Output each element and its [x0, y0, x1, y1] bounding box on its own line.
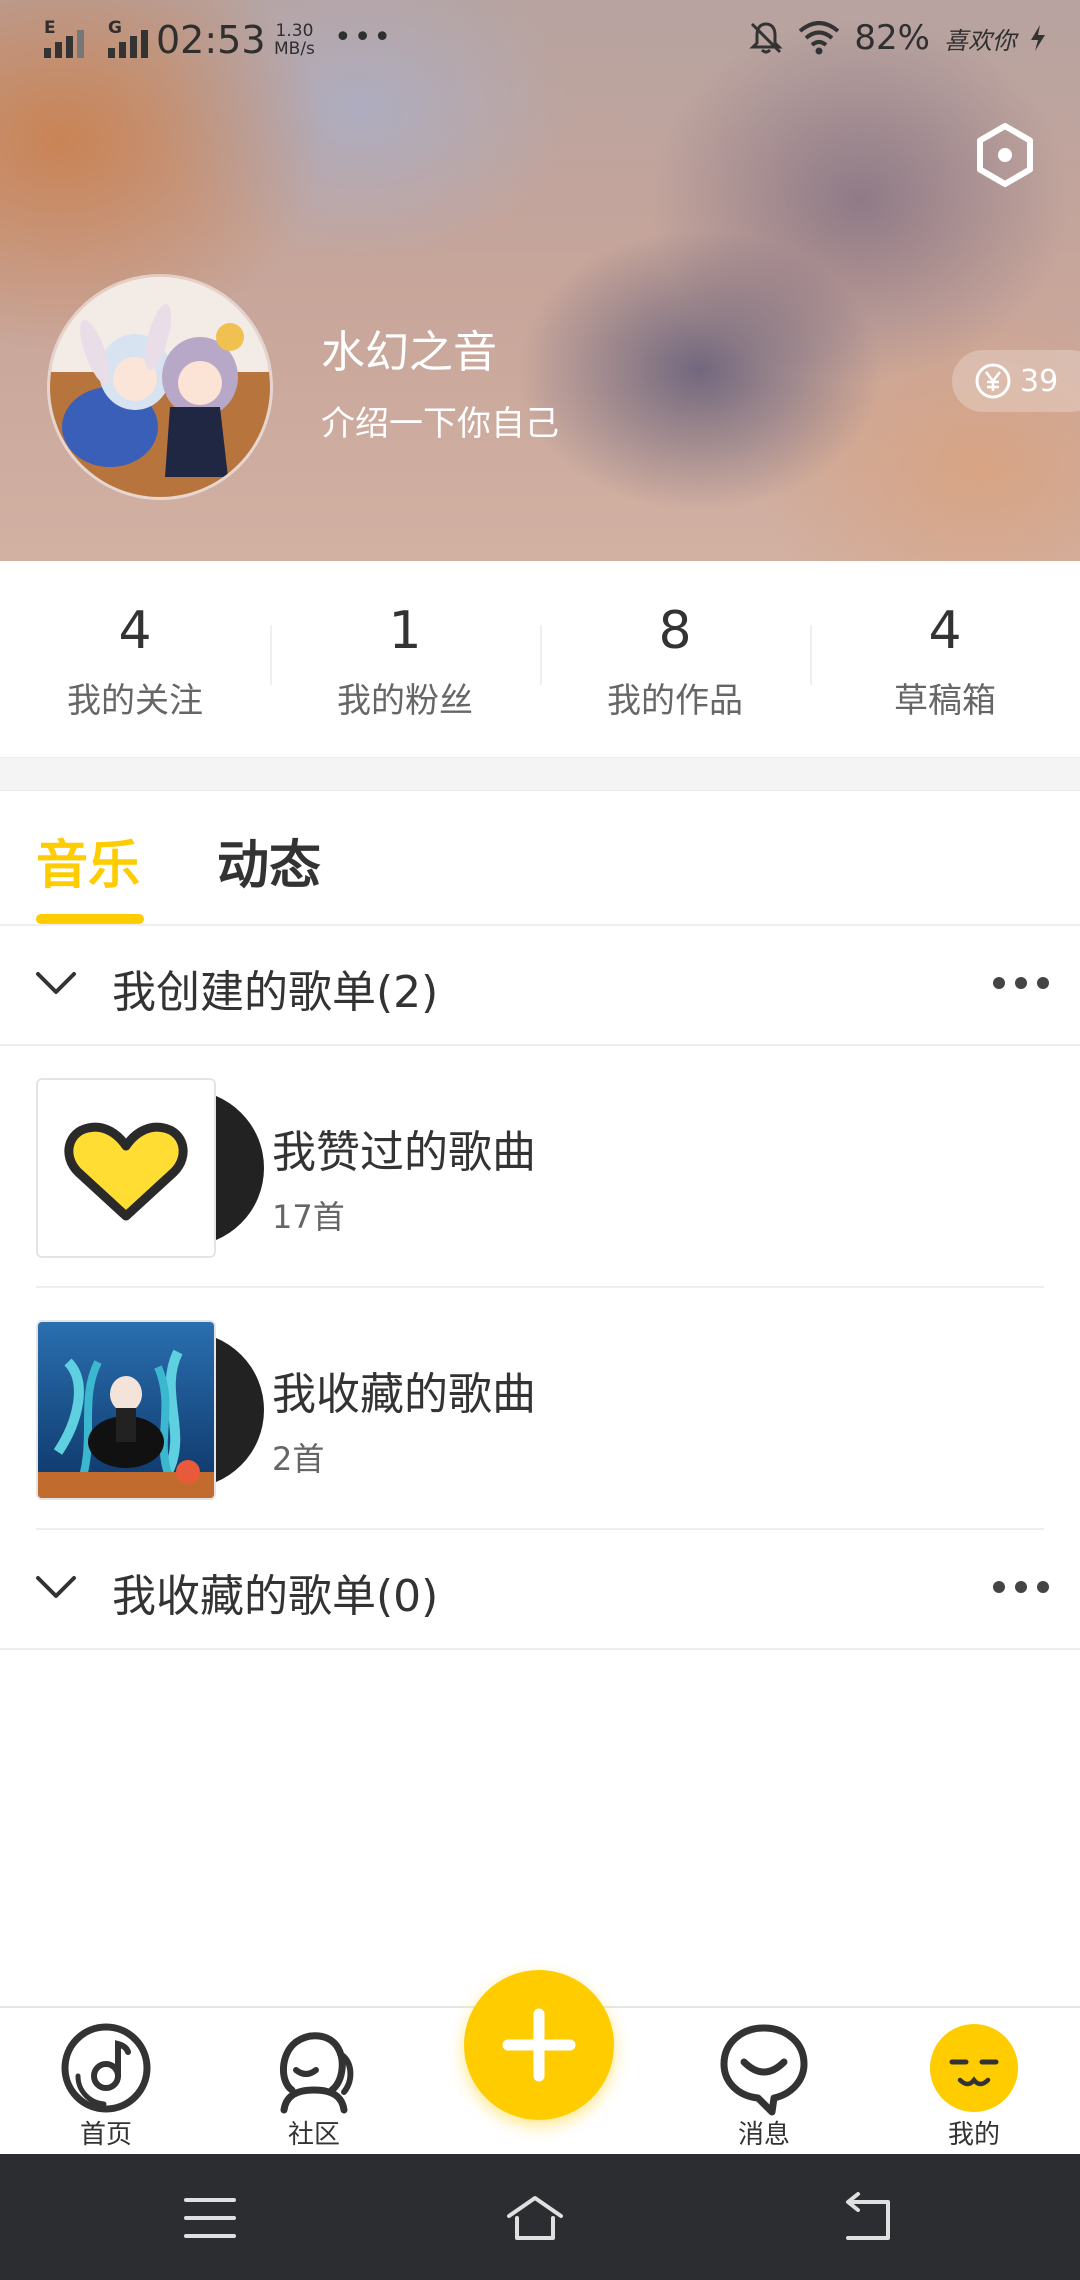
- back-icon[interactable]: [840, 2188, 900, 2248]
- more-options-icon[interactable]: [992, 1580, 1050, 1594]
- stat-drafts[interactable]: 4 草稿箱: [810, 561, 1080, 757]
- section-title: 我创建的歌单(2): [112, 967, 439, 1018]
- community-icon: [280, 2032, 354, 2114]
- settings-icon[interactable]: [972, 122, 1038, 188]
- avatar-image: [50, 277, 270, 497]
- collected-songs-cover: [36, 1320, 216, 1500]
- more-options-icon[interactable]: [992, 976, 1050, 990]
- playlist-row-collected[interactable]: 我收藏的歌曲 2首: [0, 1288, 1080, 1530]
- tab-music[interactable]: 音乐: [36, 823, 140, 898]
- signal-2-icon: G: [108, 18, 162, 58]
- wifi-icon: [799, 21, 840, 55]
- yen-coin-icon: [975, 363, 1011, 399]
- playlist-count: 17首: [272, 1198, 345, 1236]
- plus-icon: [502, 2008, 576, 2082]
- playlist-title: 我赞过的歌曲: [272, 1127, 536, 1178]
- stat-works[interactable]: 8 我的作品: [540, 561, 810, 757]
- stat-value: 1: [388, 601, 422, 661]
- nav-label: 消息: [737, 2120, 790, 2150]
- nav-label: 首页: [79, 2120, 132, 2150]
- create-button[interactable]: [464, 1970, 614, 2120]
- carrier-label: 喜欢你: [944, 26, 1016, 55]
- profile-face-icon: [930, 2024, 1018, 2112]
- anime-cover-image: [38, 1322, 214, 1498]
- playlist-cover: [36, 1078, 264, 1258]
- stat-following[interactable]: 4 我的关注: [0, 561, 270, 757]
- tab-feed[interactable]: 动态: [217, 823, 321, 898]
- signal-1-icon: E: [44, 18, 98, 58]
- message-icon: [720, 2024, 808, 2116]
- playlist-count: 2首: [272, 1440, 325, 1478]
- stat-label: 我的粉丝: [337, 681, 473, 721]
- section-divider: [0, 757, 1080, 791]
- heart-icon: [64, 1122, 188, 1221]
- chevron-down-icon: [36, 1576, 76, 1598]
- signal-indicators: E G: [44, 18, 162, 58]
- content-tabs: 音乐 动态: [0, 791, 1080, 926]
- bell-muted-icon: [749, 22, 784, 54]
- coin-count: 39: [1020, 363, 1059, 399]
- nav-profile[interactable]: 我的: [914, 2020, 1034, 2151]
- menu-icon[interactable]: [180, 2188, 240, 2248]
- stat-value: 8: [658, 601, 692, 661]
- stat-value: 4: [928, 601, 962, 661]
- created-playlists-header[interactable]: 我创建的歌单(2): [0, 926, 1080, 1046]
- stat-fans[interactable]: 1 我的粉丝: [270, 561, 540, 757]
- nav-label: 社区: [287, 2120, 340, 2150]
- stat-value: 4: [118, 601, 152, 661]
- nav-home[interactable]: 首页: [46, 2020, 166, 2151]
- stats-bar: 4 我的关注 1 我的粉丝 8 我的作品 4 草稿箱: [0, 561, 1080, 757]
- system-navigation-bar: [0, 2154, 1080, 2280]
- battery-level: 82%: [854, 18, 930, 58]
- home-icon[interactable]: [505, 2188, 565, 2248]
- stat-label: 我的作品: [607, 681, 743, 721]
- liked-songs-cover: [36, 1078, 216, 1258]
- user-bio[interactable]: 介绍一下你自己: [321, 396, 559, 445]
- stat-label: 草稿箱: [894, 681, 996, 721]
- nav-messages[interactable]: 消息: [704, 2020, 824, 2151]
- music-disc-icon: [61, 2023, 151, 2113]
- status-bar: E G 02:53 1.30 MB/s ••• 82% 喜欢你: [0, 0, 1080, 86]
- status-right: 82% 喜欢你: [748, 18, 1046, 58]
- playlist-title: 我收藏的歌曲: [272, 1369, 536, 1420]
- chevron-down-icon: [36, 972, 76, 994]
- active-tab-indicator: [36, 914, 144, 924]
- playlist-row-liked[interactable]: 我赞过的歌曲 17首: [0, 1046, 1080, 1288]
- nav-label: 我的: [947, 2120, 1000, 2150]
- clock: 02:53: [156, 18, 266, 62]
- stat-label: 我的关注: [67, 681, 203, 721]
- profile-header: E G 02:53 1.30 MB/s ••• 82% 喜欢你 水幻之音 介绍一…: [0, 0, 1080, 561]
- user-name[interactable]: 水幻之音: [321, 316, 497, 380]
- network-speed: 1.30 MB/s: [274, 21, 315, 59]
- more-notifications-icon: •••: [334, 20, 394, 55]
- avatar[interactable]: [47, 274, 273, 500]
- coin-badge[interactable]: 39: [952, 350, 1080, 412]
- charging-icon: [1031, 25, 1045, 51]
- nav-community[interactable]: 社区: [254, 2020, 374, 2151]
- collected-playlists-header[interactable]: 我收藏的歌单(0): [0, 1530, 1080, 1650]
- playlist-cover: [36, 1320, 264, 1500]
- section-title: 我收藏的歌单(0): [112, 1571, 439, 1622]
